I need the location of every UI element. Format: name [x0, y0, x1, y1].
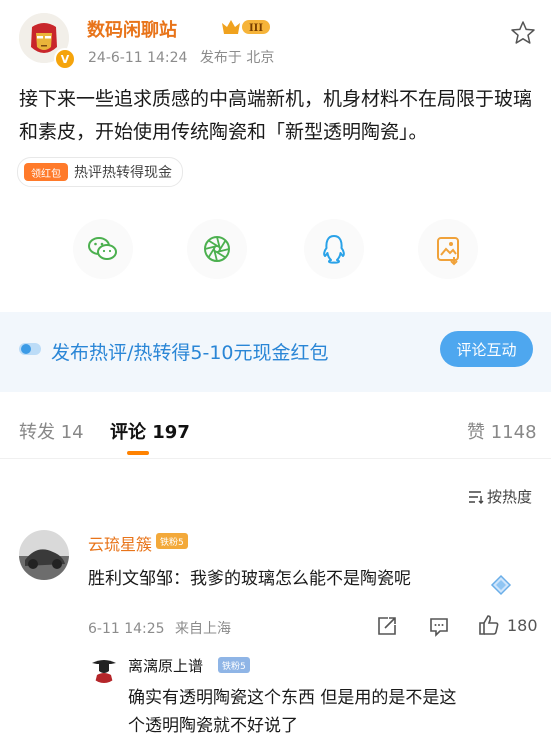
post-meta: 24-6-11 14:24 发布于 北京 [88, 47, 274, 67]
wechat-icon [88, 237, 117, 260]
fan-badge-label: 铁粉5 [156, 533, 188, 549]
thumbs-up-icon [479, 615, 499, 635]
level-badge-text: III [249, 23, 263, 34]
commenter-avatar[interactable] [19, 530, 69, 580]
tab-likes[interactable]: 赞 1148 [467, 418, 537, 444]
reply-fan-badge-label: 铁粉5 [218, 657, 250, 673]
active-tab-indicator [127, 451, 149, 455]
author-name[interactable]: 数码闲聊站 [87, 16, 177, 42]
sparkle-diamond-icon [486, 572, 516, 604]
commenter-name[interactable]: 云琉星簇 [88, 531, 152, 555]
post-content: 接下来一些追求质感的中高端新机，机身材料不在局限于玻璃和素皮，开始使用传统陶瓷和… [19, 88, 533, 143]
red-packet-tag-text: 热评热转得现金 [74, 165, 172, 181]
level-badge: III [220, 17, 272, 37]
comment-location: 来自上海 [175, 621, 232, 637]
sort-label: 按热度 [487, 488, 533, 506]
red-packet-icon: 领红包 [24, 163, 68, 181]
favorite-star-icon[interactable] [510, 20, 536, 46]
share-wechat-button[interactable] [73, 219, 133, 279]
red-packet-tag[interactable]: 领红包 热评热转得现金 [17, 157, 183, 187]
tabs-divider [0, 458, 551, 459]
post-date: 24-6-11 14:24 [88, 50, 188, 66]
share-qq-button[interactable] [304, 219, 364, 279]
sort-icon [469, 490, 484, 504]
comment-time: 6-11 14:25 [88, 621, 165, 637]
tab-repost[interactable]: 转发 14 [19, 418, 84, 444]
comment-interact-button[interactable]: 评论互动 [440, 331, 533, 367]
reply-avatar[interactable] [89, 653, 119, 683]
reply-user-name[interactable]: 离漓原上谱 [128, 655, 203, 676]
promo-banner-text: 发布热评/热转得5-10元现金红包 [51, 342, 329, 364]
comment-text: 胜利文邹邹：我爹的玻璃怎么能不是陶瓷呢 [88, 569, 411, 589]
fan-badge: 铁粉5 [156, 533, 188, 549]
tab-comments[interactable]: 评论 197 [110, 418, 190, 444]
crown-icon [222, 20, 240, 34]
sort-by-heat-button[interactable]: 按热度 [468, 486, 532, 507]
reply-fan-badge: 铁粉5 [218, 657, 250, 673]
banner-toggle-icon [19, 341, 41, 355]
image-download-icon [437, 237, 459, 266]
comment-meta: 6-11 14:25 来自上海 [88, 618, 231, 638]
save-image-button[interactable] [418, 219, 478, 279]
like-comment-button[interactable]: 180 [477, 613, 538, 637]
qq-icon [323, 235, 345, 264]
share-comment-icon[interactable] [376, 615, 398, 641]
share-moments-button[interactable] [187, 219, 247, 279]
reply-text-line2: 个透明陶瓷就不好说了 [128, 716, 298, 736]
moments-icon [204, 236, 230, 262]
post-location: 发布于 北京 [199, 50, 275, 66]
reply-text-line1: 确实有透明陶瓷这个东西 但是用的是不是这 [128, 688, 457, 708]
like-count: 180 [507, 615, 538, 635]
reply-comment-icon[interactable] [428, 615, 450, 641]
verified-badge: V [54, 48, 76, 70]
